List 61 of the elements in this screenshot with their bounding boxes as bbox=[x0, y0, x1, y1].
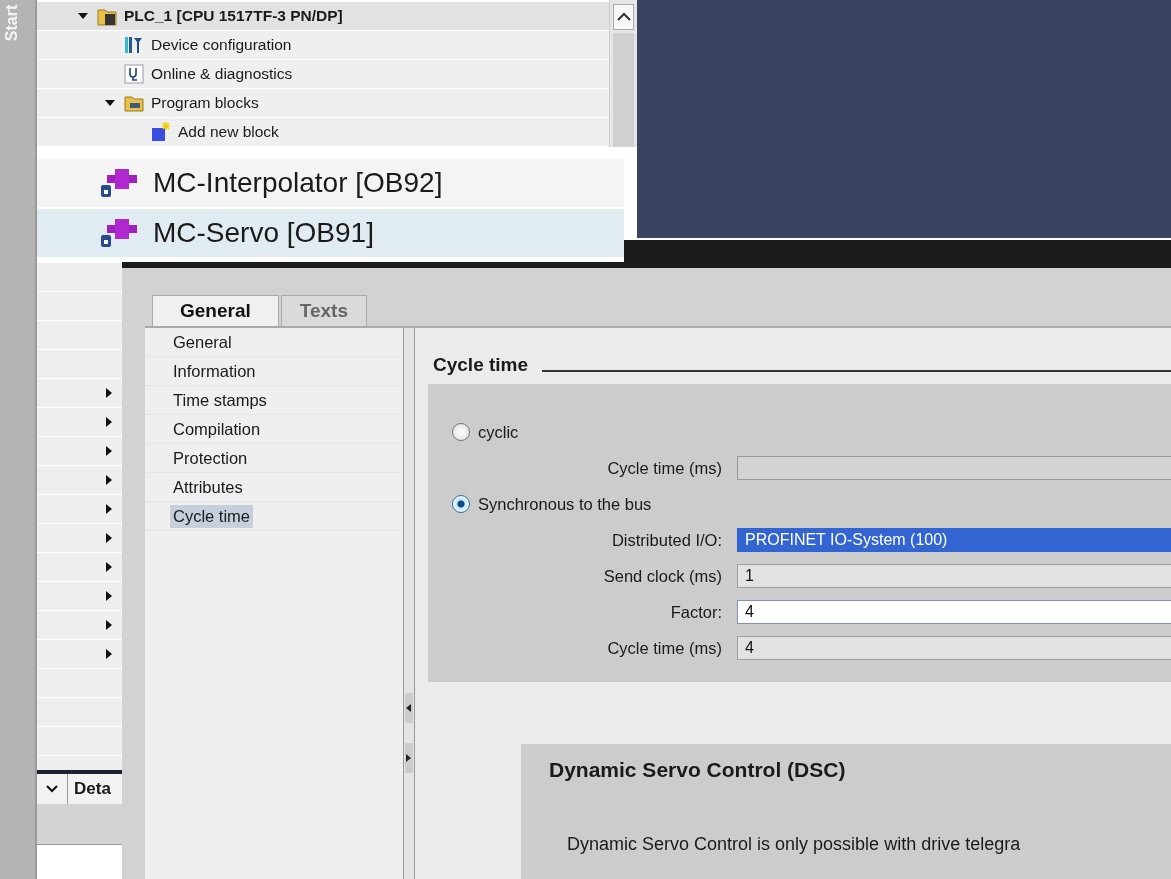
add-block-icon bbox=[151, 122, 171, 142]
tree-row[interactable]: Add new block bbox=[37, 118, 609, 147]
field-label: Distributed I/O: bbox=[610, 530, 722, 550]
nav-item[interactable]: Cycle time bbox=[170, 504, 253, 528]
expand-arrow-icon[interactable] bbox=[104, 417, 114, 427]
tree-row[interactable]: Online & diagnostics bbox=[37, 60, 609, 89]
expand-arrow-icon[interactable] bbox=[104, 620, 114, 630]
tab[interactable]: Texts bbox=[280, 295, 367, 326]
expand-arrow-icon[interactable] bbox=[104, 446, 114, 456]
block-name[interactable]: MC-Interpolator [OB92] bbox=[153, 167, 443, 199]
expand-arrow-icon[interactable] bbox=[104, 388, 114, 398]
input-field[interactable]: 4 bbox=[737, 636, 1171, 660]
tree-item-label[interactable]: Device configuration bbox=[151, 36, 292, 54]
expand-arrow-icon[interactable] bbox=[104, 591, 114, 601]
chevron-down-icon[interactable] bbox=[46, 785, 58, 793]
nav-item[interactable]: Attributes bbox=[170, 475, 246, 499]
folder-icon bbox=[124, 93, 144, 113]
section-title: Cycle time bbox=[433, 354, 529, 376]
radio-button[interactable] bbox=[452, 423, 470, 441]
folder-icon bbox=[97, 6, 117, 26]
scroll-up-icon[interactable] bbox=[616, 12, 631, 22]
dsc-title: Dynamic Servo Control (DSC) bbox=[549, 758, 847, 782]
tree-row[interactable]: PLC_1 [CPU 1517TF-3 PN/DP] bbox=[37, 2, 609, 31]
nav-item[interactable]: General bbox=[170, 330, 235, 354]
field-label: Send clock (ms) bbox=[602, 566, 722, 586]
scrollbar[interactable] bbox=[609, 0, 637, 147]
tree-item-label[interactable]: Add new block bbox=[178, 123, 279, 141]
expand-arrow-icon[interactable] bbox=[104, 504, 114, 514]
expand-arrow-icon[interactable] bbox=[104, 533, 114, 543]
block-row[interactable]: MC-Interpolator [OB92] bbox=[37, 159, 624, 207]
block-row[interactable]: MC-Servo [OB91] bbox=[37, 209, 624, 257]
radio-label[interactable]: Synchronous to the bus bbox=[478, 494, 652, 514]
tab[interactable]: General bbox=[152, 295, 279, 326]
collapse-arrow-icon[interactable] bbox=[105, 98, 115, 108]
nav-item[interactable]: Compilation bbox=[170, 417, 264, 441]
tree-row[interactable]: Program blocks bbox=[37, 89, 609, 118]
tree-row[interactable]: Device configuration bbox=[37, 31, 609, 60]
device-wrench-icon bbox=[124, 35, 144, 55]
tree-item-label[interactable]: PLC_1 [CPU 1517TF-3 PN/DP] bbox=[124, 7, 343, 25]
tree-item-label[interactable]: Online & diagnostics bbox=[151, 65, 293, 83]
expand-arrow-icon[interactable] bbox=[104, 562, 114, 572]
field-label: Cycle time (ms) bbox=[606, 638, 722, 658]
field-label: Cycle time (ms) bbox=[606, 458, 722, 478]
nav-item[interactable]: Information bbox=[170, 359, 259, 383]
collapse-arrow-icon[interactable] bbox=[78, 11, 88, 21]
expand-arrow-icon[interactable] bbox=[104, 649, 114, 659]
input-field[interactable]: PROFINET IO-System (100) bbox=[737, 528, 1171, 552]
input-field[interactable]: 4 bbox=[737, 600, 1171, 624]
expand-arrow-icon[interactable] bbox=[104, 475, 114, 485]
tree-item-label[interactable]: Program blocks bbox=[151, 94, 259, 112]
dsc-text: Dynamic Servo Control is only possible with drive telegra bbox=[567, 834, 1022, 855]
field-label: Factor: bbox=[669, 602, 722, 622]
collapse-left-icon[interactable] bbox=[406, 704, 412, 712]
input-field[interactable]: 1 bbox=[737, 564, 1171, 588]
radio-label[interactable]: cyclic bbox=[478, 422, 519, 442]
block-name[interactable]: MC-Servo [OB91] bbox=[153, 217, 374, 249]
expand-right-icon[interactable] bbox=[406, 754, 412, 762]
radio-button[interactable] bbox=[452, 495, 470, 513]
nav-item[interactable]: Protection bbox=[170, 446, 251, 470]
diagnostics-icon bbox=[124, 64, 144, 84]
nav-item[interactable]: Time stamps bbox=[170, 388, 270, 412]
